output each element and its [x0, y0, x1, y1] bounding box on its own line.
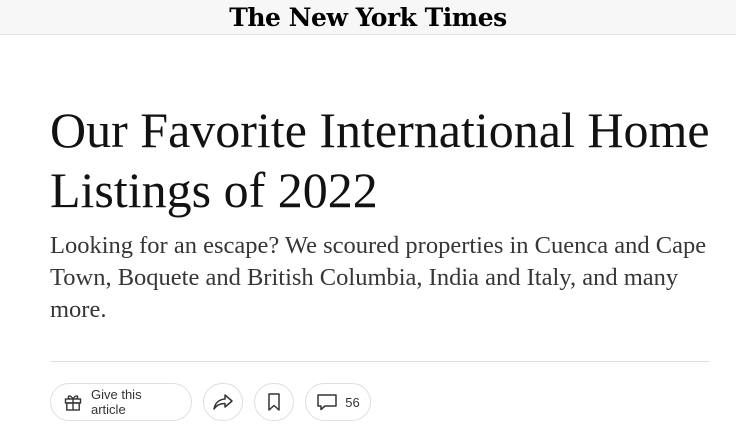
share-button[interactable] — [203, 383, 243, 421]
article-headline: Our Favorite International Home Listings… — [50, 102, 710, 218]
comment-count: 56 — [345, 394, 360, 410]
article-toolbar: Give this article 56 — [50, 383, 371, 423]
gift-icon — [63, 392, 83, 412]
share-icon — [212, 392, 234, 412]
bookmark-icon — [266, 392, 282, 412]
gift-article-label: Give this article — [91, 387, 142, 417]
masthead: The New York Times — [0, 0, 736, 35]
article-summary: Looking for an escape? We scoured proper… — [50, 232, 707, 323]
nyt-logo[interactable]: The New York Times — [0, 3, 736, 32]
comments-button[interactable]: 56 — [305, 383, 371, 421]
save-button[interactable] — [254, 383, 294, 421]
gift-article-button[interactable]: Give this article — [50, 383, 192, 421]
divider — [50, 361, 710, 362]
comment-icon — [316, 392, 338, 412]
